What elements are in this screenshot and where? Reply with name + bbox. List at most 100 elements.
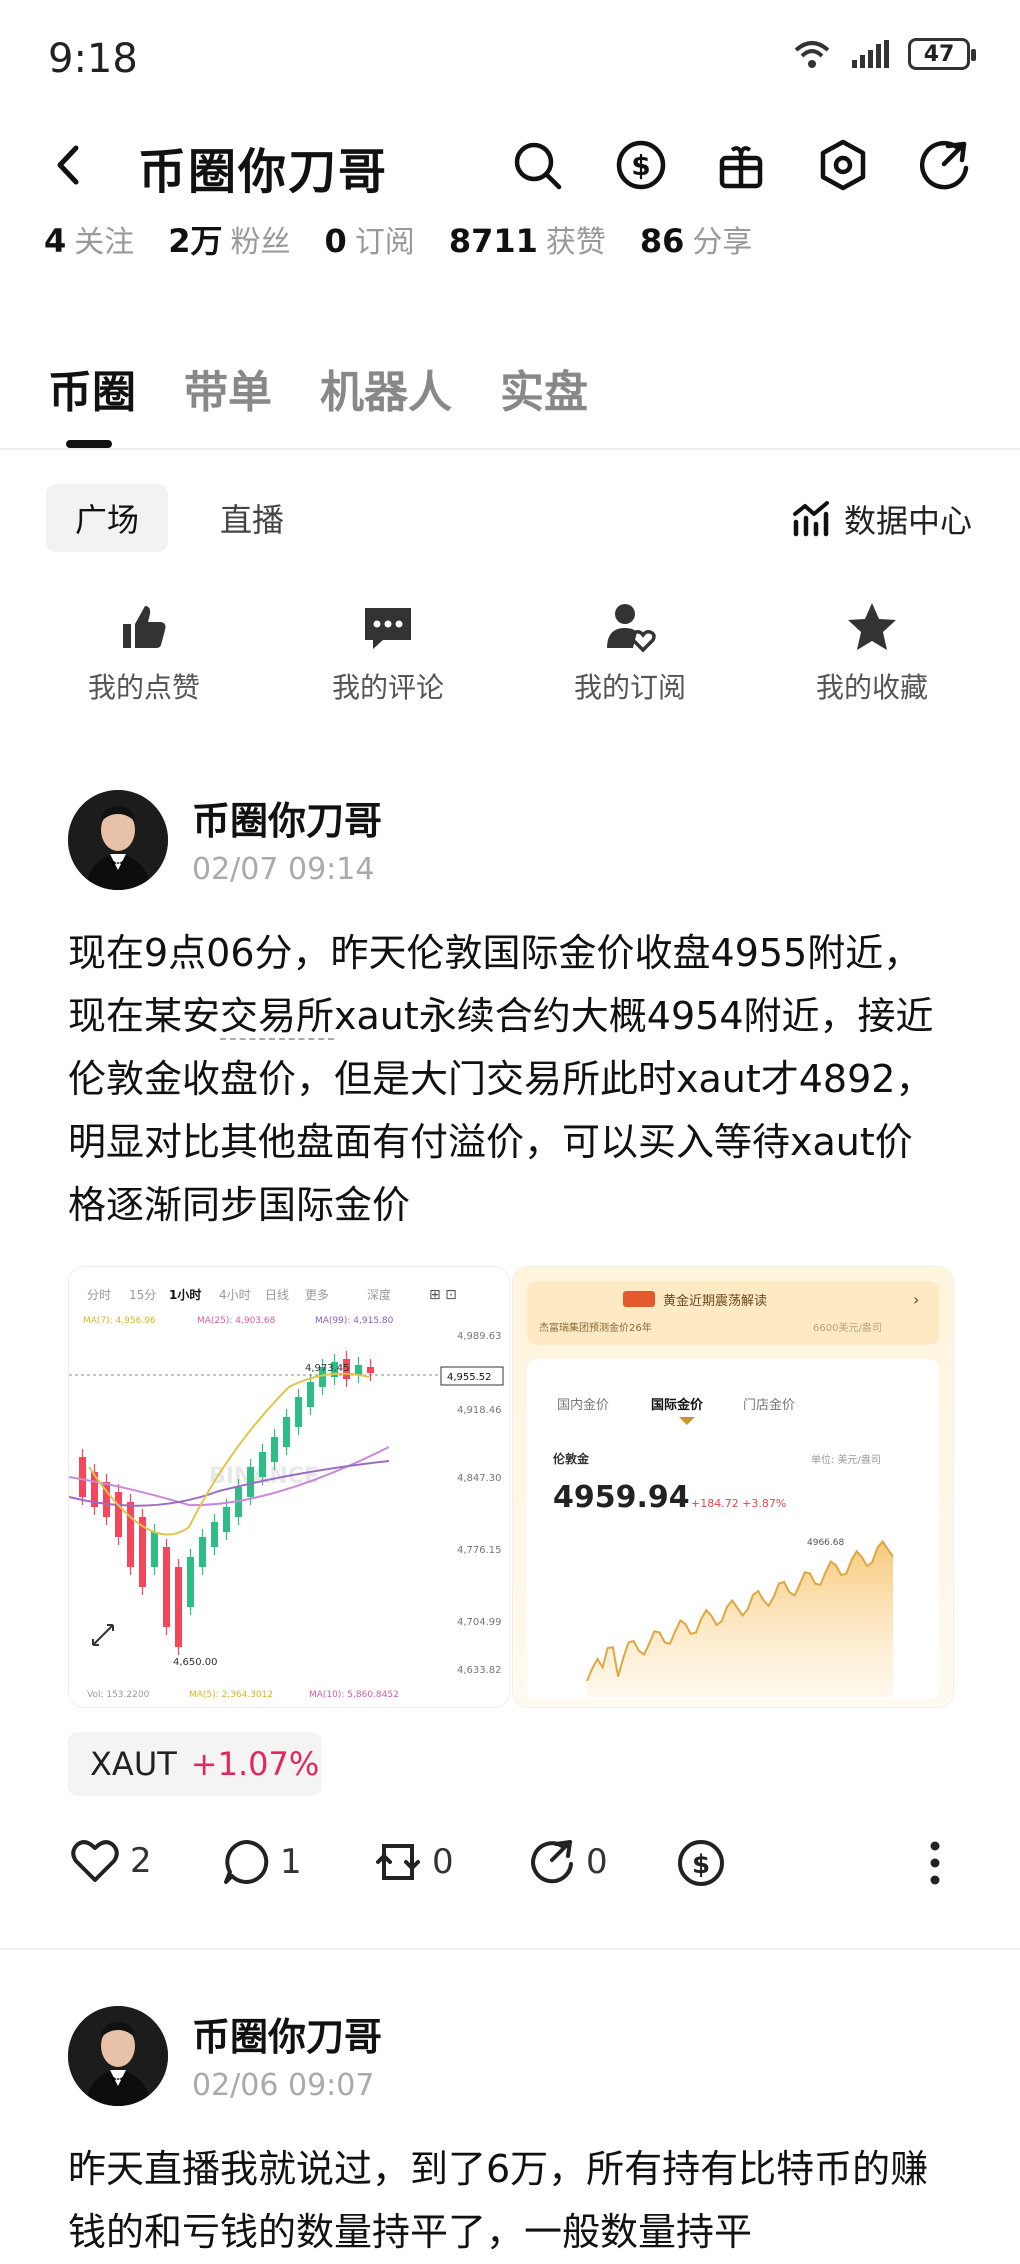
svg-text:MA(5): 2,364.3012: MA(5): 2,364.3012 [189, 1690, 273, 1700]
svg-text:$: $ [692, 1850, 710, 1880]
quick-my-subscriptions[interactable]: 我的订阅 [540, 600, 720, 706]
quick-my-likes[interactable]: 我的点赞 [54, 600, 234, 706]
share-arrow-icon [531, 1840, 573, 1884]
svg-text:4,776.15: 4,776.15 [457, 1545, 502, 1556]
avatar-person-icon [68, 2006, 168, 2106]
data-center-link[interactable]: 数据中心 [792, 496, 972, 542]
svg-text:日线: 日线 [265, 1288, 289, 1302]
svg-text:4,633.82: 4,633.82 [457, 1665, 502, 1676]
svg-text:›: › [913, 1290, 919, 1309]
svg-text:黄金近期震荡解读: 黄金近期震荡解读 [663, 1293, 767, 1309]
svg-text:门店金价: 门店金价 [743, 1397, 795, 1413]
svg-text:4,973.45: 4,973.45 [305, 1363, 350, 1374]
svg-text:杰富瑞集团预测金价26年: 杰富瑞集团预测金价26年 [539, 1321, 652, 1334]
tip-button[interactable]: $ [676, 1838, 726, 1888]
gift-icon[interactable] [714, 138, 768, 192]
heart-icon [71, 1840, 119, 1882]
stat-following[interactable]: 4 关注 [44, 217, 134, 261]
stat-followers[interactable]: 2万 粉丝 [168, 216, 290, 262]
battery-icon: 47 [908, 38, 976, 70]
back-arrow-icon[interactable] [48, 140, 88, 190]
stat-subscriptions[interactable]: 0 订阅 [325, 217, 415, 261]
share-icon[interactable] [918, 138, 972, 192]
post-separator [0, 1948, 1020, 1950]
stat-shares: 86 分享 [639, 222, 753, 260]
svg-text:MA(99): 4,915.80: MA(99): 4,915.80 [315, 1316, 394, 1326]
comment-icon [224, 1839, 269, 1884]
stat-likes: 8711 获赞 [448, 222, 606, 260]
chart-icon [792, 501, 829, 537]
post-author[interactable]: 币圈你刀哥 [192, 790, 382, 845]
svg-text:⊞ ⊡: ⊞ ⊡ [429, 1287, 457, 1303]
gold-price-chart-image[interactable]: 黄金近期震荡解读 › 杰富瑞集团预测金价26年 6600美元/盎司 国内金价 国… [512, 1266, 954, 1708]
main-tabs: 币圈 带单 机器人 实盘 [48, 356, 588, 420]
status-time: 9:18 [48, 36, 138, 82]
settings-hexagon-icon[interactable] [816, 138, 870, 192]
comment-bubble-icon [365, 608, 411, 649]
svg-text:更多: 更多 [305, 1288, 329, 1302]
tab-live-trading[interactable]: 实盘 [500, 356, 588, 420]
avatar[interactable] [68, 2006, 168, 2106]
dollar-circle-icon: $ [678, 1840, 724, 1886]
search-icon[interactable] [510, 138, 564, 192]
svg-text:+184.72 +3.87%: +184.72 +3.87% [691, 1497, 786, 1510]
signal-icon [852, 40, 889, 68]
status-icons: 47 [792, 38, 976, 70]
quick-my-favorites[interactable]: 我的收藏 [782, 600, 962, 706]
post-author[interactable]: 币圈你刀哥 [192, 2006, 382, 2061]
svg-text:4,918.46: 4,918.46 [457, 1405, 502, 1416]
svg-text:1小时: 1小时 [169, 1287, 201, 1302]
tab-copy-trading[interactable]: 带单 [184, 356, 272, 420]
svg-text:4,847.30: 4,847.30 [457, 1473, 502, 1484]
thumbs-up-icon [123, 606, 166, 648]
repost-button[interactable]: 0 [374, 1838, 454, 1886]
svg-text:$: $ [631, 149, 650, 182]
user-heart-icon [607, 604, 656, 653]
svg-text:4,989.63: 4,989.63 [457, 1331, 502, 1342]
tab-robot[interactable]: 机器人 [320, 356, 452, 420]
svg-text:伦敦金: 伦敦金 [553, 1451, 590, 1466]
more-options-button[interactable] [920, 1838, 950, 1888]
post-body[interactable]: 现在9点06分，昨天伦敦国际金价收盘4955附近，现在某安交易所xaut永续合约… [68, 922, 948, 1237]
svg-text:MA(25): 4,903.68: MA(25): 4,903.68 [197, 1316, 276, 1326]
wifi-icon [794, 41, 830, 68]
quick-my-comments[interactable]: 我的评论 [298, 600, 478, 706]
post-date: 02/06 09:07 [192, 2068, 375, 2103]
subtab-live[interactable]: 直播 [196, 484, 308, 552]
svg-text:深度: 深度 [367, 1287, 391, 1302]
share-post-button[interactable]: 0 [528, 1838, 608, 1886]
svg-text:Vol: 153.2200: Vol: 153.2200 [87, 1690, 150, 1700]
svg-text:4,955.52: 4,955.52 [447, 1372, 492, 1383]
more-vertical-icon [930, 1841, 940, 1885]
subtab-plaza[interactable]: 广场 [46, 484, 168, 552]
tab-coin-circle[interactable]: 币圈 [48, 356, 136, 420]
avatar-person-icon [68, 790, 168, 890]
tabs-divider [0, 448, 1020, 450]
exchange-link[interactable]: 交易所 [220, 994, 335, 1040]
repost-icon [376, 1844, 420, 1880]
ticker-tag[interactable]: XAUT +1.07% [68, 1732, 322, 1796]
data-center-label: 数据中心 [843, 502, 972, 540]
star-icon [848, 603, 896, 650]
comment-button[interactable]: 1 [222, 1838, 302, 1886]
svg-text:15分: 15分 [129, 1288, 156, 1302]
svg-text:国际金价: 国际金价 [651, 1397, 704, 1413]
candlestick-chart-image[interactable]: 分时 15分 1小时 4小时 日线 更多 深度 ⊞ ⊡ MA(7): 4,956… [68, 1266, 510, 1708]
like-button[interactable]: 2 [70, 1838, 152, 1884]
post-body[interactable]: 昨天直播我就说过，到了6万，所有持有比特币的赚钱的和亏钱的数量持平了，一般数量持… [68, 2138, 948, 2264]
svg-text:4959.94: 4959.94 [553, 1480, 690, 1515]
svg-text:6600美元/盎司: 6600美元/盎司 [813, 1321, 882, 1334]
active-tab-indicator [66, 440, 112, 448]
post-actions: 2 1 0 0 $ [0, 1838, 1020, 1898]
post-date: 02/07 09:14 [192, 852, 375, 887]
profile-stats: 4 关注 2万 粉丝 0 订阅 8711 获赞 86 分享 [44, 216, 752, 262]
svg-text:国内金价: 国内金价 [557, 1397, 609, 1413]
page-title: 币圈你刀哥 [138, 144, 389, 200]
avatar[interactable] [68, 790, 168, 890]
svg-text:MA(10): 5,860.8452: MA(10): 5,860.8452 [309, 1690, 399, 1700]
svg-text:4小时: 4小时 [219, 1288, 251, 1302]
ticker-change: +1.07% [190, 1745, 320, 1783]
dollar-tip-icon[interactable]: $ [614, 138, 668, 192]
svg-text:分时: 分时 [87, 1288, 111, 1302]
svg-text:4,650.00: 4,650.00 [173, 1657, 218, 1668]
